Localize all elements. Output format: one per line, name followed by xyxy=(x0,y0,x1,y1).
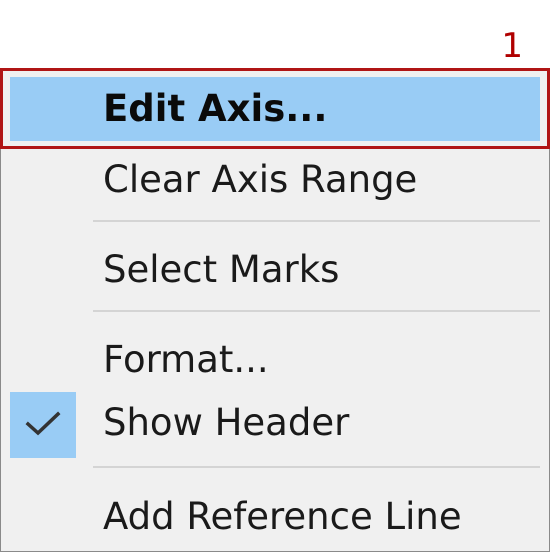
checkmark-icon xyxy=(10,392,76,458)
menu-item-edit-axis[interactable]: Edit Axis... xyxy=(10,77,540,141)
menu-item-format[interactable]: Format... xyxy=(1,329,549,391)
menu-item-add-reference-line[interactable]: Add Reference Line xyxy=(1,486,549,548)
context-menu: Edit Axis... Clear Axis Range Select Mar… xyxy=(0,68,550,552)
menu-separator xyxy=(93,310,540,312)
menu-item-show-header[interactable]: Show Header xyxy=(1,392,549,458)
menu-item-label: Format... xyxy=(103,338,269,381)
menu-separator xyxy=(93,466,540,468)
screenshot-stage: 1 Edit Axis... Clear Axis Range Select M… xyxy=(0,0,553,553)
menu-item-clear-axis-range[interactable]: Clear Axis Range xyxy=(1,149,549,211)
step-number-annotation: 1 xyxy=(501,26,523,66)
menu-item-label: Show Header xyxy=(103,401,350,444)
menu-separator xyxy=(93,220,540,222)
menu-item-label: Add Reference Line xyxy=(103,495,462,538)
menu-item-label: Clear Axis Range xyxy=(103,158,418,201)
menu-item-label: Edit Axis... xyxy=(103,87,328,130)
menu-item-label: Select Marks xyxy=(103,248,340,291)
menu-item-select-marks[interactable]: Select Marks xyxy=(1,239,549,301)
